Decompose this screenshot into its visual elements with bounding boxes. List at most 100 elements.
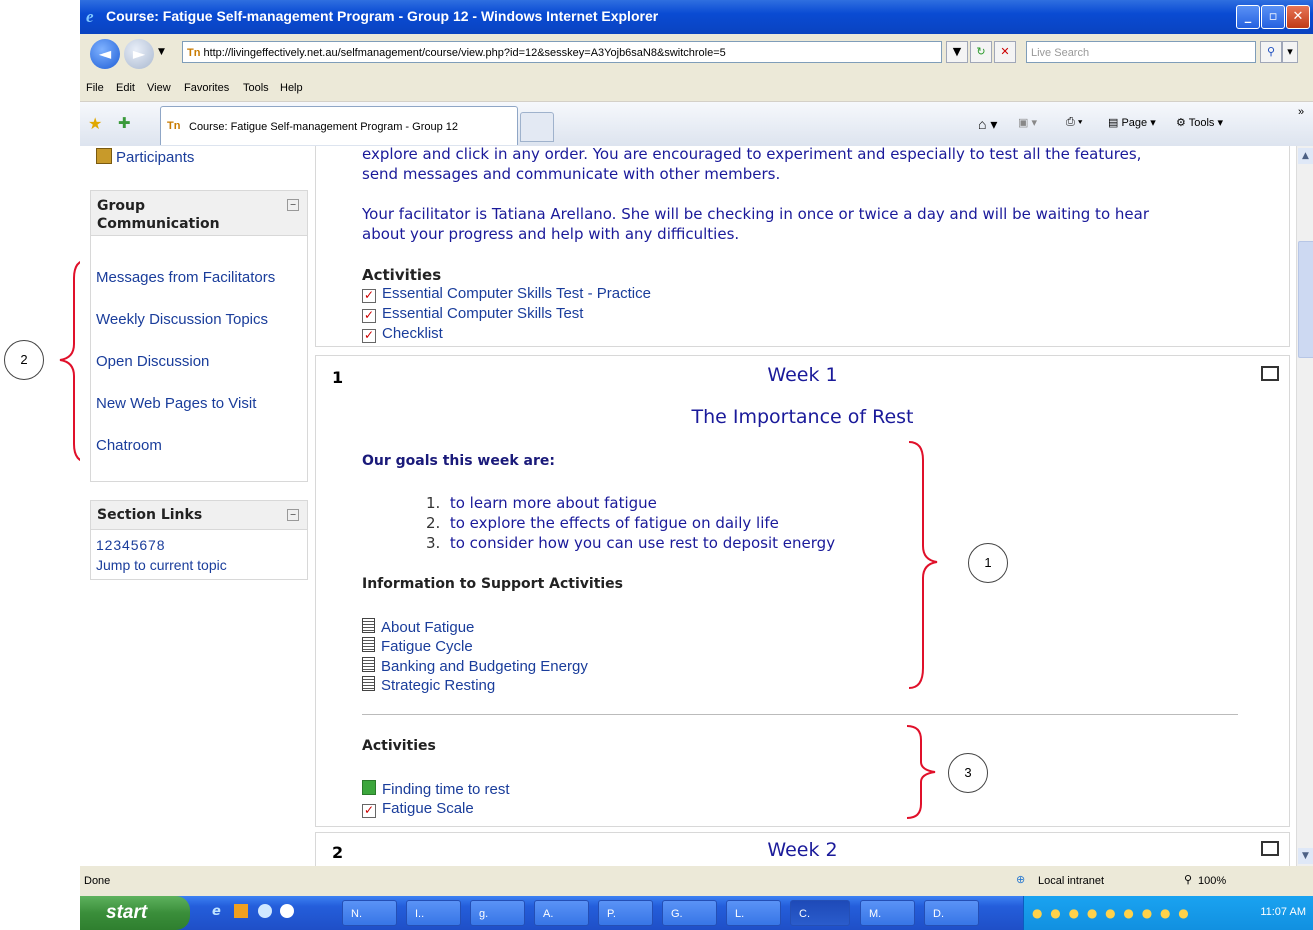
goal-text: to learn more about fatigue bbox=[449, 494, 657, 512]
scroll-thumb[interactable] bbox=[1298, 241, 1313, 358]
vertical-scrollbar[interactable]: ▲ ▼ bbox=[1296, 146, 1313, 866]
taskbar-button-10[interactable]: D. bbox=[924, 900, 979, 926]
collapse-icon[interactable]: − bbox=[287, 509, 299, 521]
sidebar-link-web-pages[interactable]: New Web Pages to Visit bbox=[96, 395, 256, 412]
menu-help[interactable]: Help bbox=[280, 82, 303, 94]
sidebar-link-discussion-topics[interactable]: Weekly Discussion Topics bbox=[96, 311, 268, 328]
callout-3: 3 bbox=[948, 753, 988, 793]
collapse-icon[interactable]: − bbox=[287, 199, 299, 211]
menu-file[interactable]: File bbox=[86, 82, 104, 94]
week2-title: Week 2 bbox=[767, 839, 838, 861]
maximize-button[interactable]: ▫ bbox=[1261, 5, 1285, 29]
resource-about-fatigue[interactable]: About Fatigue bbox=[362, 618, 474, 636]
add-favorites-icon[interactable]: ✚ bbox=[118, 114, 131, 132]
quicklaunch-outlook-icon[interactable] bbox=[234, 904, 248, 918]
chevron-more-icon[interactable]: » bbox=[1298, 106, 1304, 118]
taskbar-button-9[interactable]: M. bbox=[860, 900, 915, 926]
taskbar-button-3[interactable]: g. bbox=[470, 900, 525, 926]
new-tab-button[interactable] bbox=[520, 112, 554, 142]
resource-strategic-resting[interactable]: Strategic Resting bbox=[362, 676, 495, 694]
scroll-down-icon[interactable]: ▼ bbox=[1298, 848, 1313, 864]
facilitator-line-2: about your progress and help with any di… bbox=[362, 225, 740, 243]
activity-finding-time[interactable]: Finding time to rest bbox=[362, 780, 510, 798]
tab-course[interactable]: Tn Course: Fatigue Self-management Progr… bbox=[160, 106, 518, 145]
section-number-links[interactable]: 1 2 3 4 5 6 7 8 bbox=[96, 537, 165, 553]
search-options-icon[interactable]: ▾ bbox=[1282, 41, 1298, 63]
quiz-icon: ✓ bbox=[362, 288, 376, 303]
taskbar: start e N. I.. g. A. P. G. L. C. M. D. ●… bbox=[80, 896, 1313, 930]
resource-fatigue-cycle[interactable]: Fatigue Cycle bbox=[362, 637, 473, 655]
system-tray: ● ● ● ● ● ● ● ● ● 11:07 AM bbox=[1023, 896, 1313, 930]
journal-icon bbox=[362, 780, 376, 795]
week2-section: 2 Week 2 bbox=[315, 832, 1290, 866]
zoom-level[interactable]: 100% bbox=[1198, 875, 1226, 887]
scroll-up-icon[interactable]: ▲ bbox=[1298, 148, 1313, 164]
resource-label: Banking and Budgeting Energy bbox=[381, 658, 588, 675]
quiz-icon: ✓ bbox=[362, 328, 376, 343]
taskbar-button-5[interactable]: P. bbox=[598, 900, 653, 926]
history-dropdown-icon[interactable]: ▼ bbox=[158, 47, 165, 57]
taskbar-button-6[interactable]: G. bbox=[662, 900, 717, 926]
menu-tools[interactable]: Tools bbox=[243, 82, 269, 94]
page-menu-label: Page ▾ bbox=[1121, 117, 1156, 129]
print-icon[interactable]: ⎙ ▾ bbox=[1066, 116, 1082, 129]
sidebar-link-chatroom[interactable]: Chatroom bbox=[96, 437, 162, 454]
goal-2: 2. to explore the effects of fatigue on … bbox=[426, 514, 779, 532]
goal-text: to explore the effects of fatigue on dai… bbox=[449, 514, 779, 532]
taskbar-button-2[interactable]: I.. bbox=[406, 900, 461, 926]
tools-menu[interactable]: ⚙ Tools ▾ bbox=[1176, 116, 1223, 129]
taskbar-button-4[interactable]: A. bbox=[534, 900, 589, 926]
start-button[interactable]: start bbox=[80, 896, 190, 930]
feeds-icon[interactable]: ▣ ▾ bbox=[1018, 116, 1037, 129]
group-communication-header: Group Communication − bbox=[91, 191, 307, 236]
address-input[interactable]: Tn http://livingeffectively.net.au/selfma… bbox=[182, 41, 942, 63]
stop-icon[interactable]: ✕ bbox=[994, 41, 1016, 63]
favorites-star-icon[interactable]: ★ bbox=[88, 114, 102, 134]
intro-line-2: send messages and communicate with other… bbox=[362, 165, 781, 183]
participants-link[interactable]: Participants bbox=[96, 148, 194, 166]
close-button[interactable]: ✕ bbox=[1286, 5, 1310, 29]
quicklaunch-media-icon[interactable] bbox=[280, 904, 294, 918]
jump-current-topic-link[interactable]: Jump to current topic bbox=[96, 557, 227, 573]
quicklaunch-ie-icon[interactable]: e bbox=[212, 904, 221, 919]
callout-1: 1 bbox=[968, 543, 1008, 583]
activity-label: Checklist bbox=[382, 325, 443, 342]
refresh-icon[interactable]: ↻ bbox=[970, 41, 992, 63]
menu-view[interactable]: View bbox=[147, 82, 171, 94]
tab-bar: ★ ✚ Tn Course: Fatigue Self-management P… bbox=[80, 102, 1313, 146]
minimize-button[interactable]: _ bbox=[1236, 5, 1260, 29]
forward-button[interactable]: ► bbox=[124, 39, 154, 69]
callout-2: 2 bbox=[4, 340, 44, 380]
facilitator-line-1: Your facilitator is Tatiana Arellano. Sh… bbox=[362, 205, 1149, 223]
taskbar-button-1[interactable]: N. bbox=[342, 900, 397, 926]
home-icon[interactable]: ⌂ ▾ bbox=[978, 116, 997, 133]
sidebar-link-messages[interactable]: Messages from Facilitators bbox=[96, 269, 275, 286]
activity-checklist[interactable]: ✓ Checklist bbox=[362, 325, 443, 343]
tray-icons[interactable]: ● ● ● ● ● ● ● ● ● bbox=[1032, 906, 1191, 920]
document-icon bbox=[362, 676, 375, 691]
page-icon: ▤ bbox=[1108, 117, 1122, 129]
back-button[interactable]: ◄ bbox=[90, 39, 120, 69]
activity-skills-test[interactable]: ✓ Essential Computer Skills Test bbox=[362, 305, 583, 323]
taskbar-button-7[interactable]: L. bbox=[726, 900, 781, 926]
ie-window: e Course: Fatigue Self-management Progra… bbox=[80, 0, 1313, 930]
resource-label: Fatigue Cycle bbox=[381, 638, 473, 655]
menu-favorites[interactable]: Favorites bbox=[184, 82, 229, 94]
search-input[interactable]: Live Search bbox=[1026, 41, 1256, 63]
status-text: Done bbox=[84, 875, 111, 887]
sidebar-link-open-discussion[interactable]: Open Discussion bbox=[96, 353, 209, 370]
page-menu[interactable]: ▤ Page ▾ bbox=[1108, 116, 1156, 129]
taskbar-button-8[interactable]: C. bbox=[790, 900, 850, 926]
address-dropdown-icon[interactable]: ▼ bbox=[946, 41, 968, 63]
activity-label: Essential Computer Skills Test bbox=[382, 305, 584, 322]
section-divider bbox=[362, 714, 1238, 715]
activity-practice-test[interactable]: ✓ Essential Computer Skills Test - Practi… bbox=[362, 285, 651, 303]
zoom-icon: ⚲ bbox=[1184, 874, 1193, 886]
goals-heading: Our goals this week are: bbox=[362, 453, 555, 469]
quicklaunch-app-icon[interactable] bbox=[258, 904, 272, 918]
resource-banking-energy[interactable]: Banking and Budgeting Energy bbox=[362, 657, 588, 675]
menu-edit[interactable]: Edit bbox=[116, 82, 135, 94]
activity-fatigue-scale[interactable]: ✓ Fatigue Scale bbox=[362, 800, 474, 818]
participants-icon bbox=[96, 148, 112, 164]
search-icon[interactable]: ⚲ bbox=[1260, 41, 1282, 63]
